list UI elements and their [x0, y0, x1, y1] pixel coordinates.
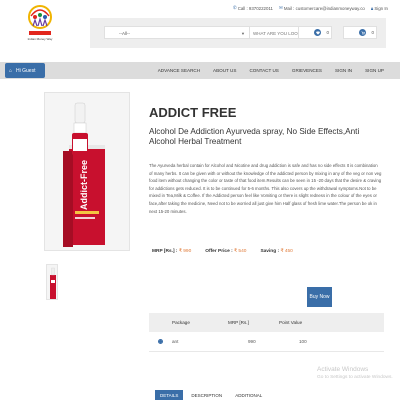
table-header-package: Package [172, 313, 228, 332]
cart-count: 0 [371, 30, 374, 35]
nav-sign-in[interactable]: SIGN IN [335, 68, 352, 73]
contact-bar: ✆ Call : 9370222011 ✉ Mail : customercare@… [233, 5, 388, 11]
sign-in-text[interactable]: Sign In [374, 6, 388, 11]
tab-details[interactable]: DETAILS [155, 390, 184, 400]
sign-in-link[interactable]: 🔒︎ Sign In [371, 5, 388, 11]
hi-guest-button[interactable]: ⌂ Hi Guest [5, 63, 45, 78]
table-row[interactable]: ant 990 100 [149, 332, 384, 352]
product-tabs: DETAILS DESCRIPTION ADDITIONAL [155, 390, 267, 400]
mrp-value: ₹ 990 [178, 249, 192, 254]
category-select[interactable]: --All-- ▼ [104, 26, 250, 39]
wishlist-box[interactable]: 0 [298, 26, 332, 39]
product-subtitle: Alcohol De Addiction Ayurveda spray, No … [149, 127, 360, 146]
svg-text:Indian Money Way: Indian Money Way [28, 37, 53, 41]
lock-icon: 🔒︎ [370, 5, 374, 11]
bottle-label: Addict-Free [79, 160, 89, 210]
product-thumbnail[interactable] [46, 264, 58, 300]
table-header-mrp: MRP [Rs.] [228, 313, 279, 332]
watermark-line1: Activate Windows [317, 366, 369, 373]
package-name-cell: ant [172, 332, 228, 352]
table-header-row: Package MRP [Rs.] Point Value [149, 313, 384, 332]
logo-image[interactable]: Indian Money Way [26, 4, 54, 44]
thumbnail-illustration [50, 267, 56, 299]
cart-icon [360, 31, 365, 35]
caret-down-icon: ▼ [241, 31, 245, 36]
mrp-label: MRP [Rs.] : [152, 249, 178, 254]
cart-button[interactable] [359, 29, 366, 36]
price-row: MRP [Rs.] : ₹ 990 Offer Price : ₹ 540 Sa… [152, 249, 293, 254]
activate-windows-watermark: Activate Windows Go to Settings to activ… [317, 366, 393, 382]
phone-icon: ✆ [232, 5, 237, 10]
wishlist-button[interactable] [314, 29, 321, 36]
offer-group: Offer Price : ₹ 540 [205, 249, 246, 254]
search-panel: --All-- ▼ WHAT ARE YOU LOOKING FOR? 0 0 [90, 18, 386, 48]
mail-text[interactable]: Mail : customercare@indianmoneyway.co [284, 6, 365, 11]
tab-additional[interactable]: ADDITIONAL [230, 390, 267, 400]
saving-label: Saving : [260, 249, 280, 254]
nav-about-us[interactable]: ABOUT US [213, 68, 236, 73]
nav-grievences[interactable]: GRIEVENCES [292, 68, 322, 73]
package-radio-cell[interactable] [149, 332, 172, 352]
product-main-image[interactable]: Addict-Free [44, 92, 130, 251]
package-table: Package MRP [Rs.] Point Value ant 990 10… [149, 313, 384, 352]
table-header-pv: Point Value [279, 313, 384, 332]
mail-info[interactable]: ✉ Mail : customercare@indianmoneyway.co [279, 5, 365, 11]
radio-dot [159, 340, 162, 343]
table-header-select [149, 313, 172, 332]
nav-contact-us[interactable]: CONTACT US [249, 68, 278, 73]
tab-description[interactable]: DESCRIPTION [186, 390, 227, 400]
offer-value: ₹ 540 [234, 249, 247, 254]
greeting-text: Hi Guest [16, 67, 36, 74]
wishlist-count: 0 [326, 30, 329, 35]
call-text: Call : 9370222011 [237, 5, 274, 11]
nav-advance-search[interactable]: ADVANCE SEARCH [158, 68, 200, 73]
navbar: ⌂ Hi Guest ADVANCE SEARCH ABOUT US CONTA… [0, 62, 400, 79]
package-radio[interactable] [158, 338, 163, 344]
nav-links: ADVANCE SEARCH ABOUT US CONTACT US GRIEV… [158, 62, 384, 79]
package-pv-cell: 100 [279, 332, 384, 352]
nav-sign-up[interactable]: SIGN UP [365, 68, 384, 73]
watermark-line2: Go to Settings to activate Windows. [317, 375, 393, 380]
mrp-group: MRP [Rs.] : ₹ 990 [152, 249, 191, 254]
product-description: The Ayurveda herbal contain for Alcohol … [149, 163, 382, 214]
product-box-illustration: Addict-Free [63, 102, 105, 247]
cart-box[interactable]: 0 [343, 26, 377, 39]
saving-group: Saving : ₹ 450 [260, 249, 292, 254]
home-icon: ⌂ [9, 67, 13, 74]
product-title: ADDICT FREE [149, 105, 237, 120]
saving-value: ₹ 450 [280, 249, 293, 254]
envelope-icon: ✉ [279, 5, 283, 10]
heart-icon [315, 30, 320, 35]
offer-label: Offer Price : [205, 249, 233, 254]
package-mrp-cell: 990 [228, 332, 279, 352]
buy-now-button[interactable]: Buy Now [307, 287, 332, 307]
category-selected: --All-- [119, 31, 130, 36]
call-info: ✆ Call : 9370222011 [233, 5, 273, 11]
